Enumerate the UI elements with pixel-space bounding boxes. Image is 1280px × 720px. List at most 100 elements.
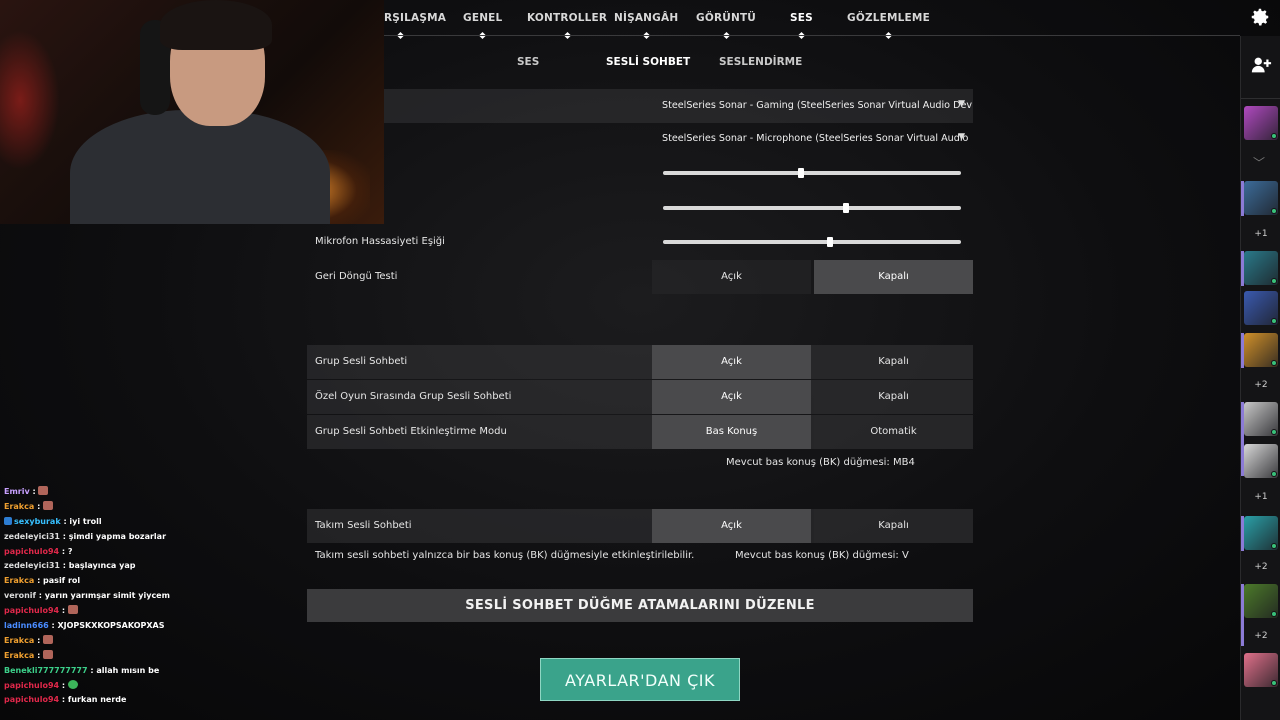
chat-text: : [34, 501, 44, 511]
mic-level-row: zeyi [307, 191, 973, 225]
chat-username[interactable]: papichulo94 [4, 547, 59, 556]
chat-message: veronif : yarın yarımşar simit yiycem [4, 589, 204, 604]
subtab-voice-chat[interactable]: SESLİ SOHBET [606, 56, 690, 68]
group-ptt-note: Mevcut bas konuş (BK) düğmesi: MB4 [726, 457, 915, 468]
friend-avatar[interactable] [1244, 251, 1278, 285]
chat-username[interactable]: Erakca [4, 636, 34, 645]
tab-accessibility[interactable]: RŞILAŞMA [384, 12, 446, 40]
chat-message: Erakca : pasif rol [4, 574, 204, 589]
friend-avatar[interactable] [1244, 402, 1278, 436]
webcam-person-body [70, 110, 330, 224]
tab-video[interactable]: GÖRÜNTÜ [696, 12, 756, 40]
chat-emote-icon [43, 500, 54, 510]
custom-group-voice-off-button[interactable]: Kapalı [814, 380, 973, 414]
output-device-row[interactable]: SteelSeries Sonar - Gaming (SteelSeries … [307, 89, 973, 123]
online-status-icon [1271, 278, 1277, 284]
chat-username[interactable]: Benekli777777777 [4, 666, 88, 675]
chat-text: : [29, 487, 39, 496]
edit-voice-bindings-button[interactable]: SESLİ SOHBET DÜĞME ATAMALARINI DÜZENLE [307, 589, 973, 622]
chat-username[interactable]: Emriv [4, 487, 30, 496]
chat-text: : başlayınca yap [59, 561, 136, 571]
tab-audio[interactable]: SES [790, 12, 813, 40]
friend-avatar[interactable] [1244, 516, 1278, 550]
add-friend-icon[interactable] [1249, 54, 1273, 78]
mic-level-slider[interactable] [663, 203, 961, 213]
chat-text: : XJOPSKXKOPSAKOPXAS [48, 621, 165, 631]
chat-emote-icon [43, 634, 54, 644]
friend-avatar[interactable] [1244, 333, 1278, 367]
chat-emote-icon [67, 679, 78, 689]
friend-avatar[interactable] [1244, 106, 1278, 140]
group-voice-on-button[interactable]: Açık [652, 345, 811, 379]
slider-knob[interactable] [827, 237, 833, 247]
chat-text: : allah mısın be [87, 665, 160, 675]
friend-avatar[interactable] [1244, 444, 1278, 478]
chat-message: zedeleyici31 : şimdi yapma bozarlar [4, 530, 204, 545]
friend-avatar[interactable] [1244, 291, 1278, 325]
online-status-icon [1271, 543, 1277, 549]
loopback-label: Geri Döngü Testi [315, 271, 398, 282]
chat-username[interactable]: papichulo94 [4, 681, 59, 690]
chat-username[interactable]: Erakca [4, 651, 34, 660]
webcam-overlay [0, 0, 384, 224]
chat-message: Erakca : [4, 500, 204, 515]
input-device-value[interactable]: SteelSeries Sonar - Microphone (SteelSer… [662, 133, 972, 144]
chat-badge-icon [4, 516, 12, 525]
chat-username[interactable]: papichulo94 [4, 695, 59, 704]
group-voice-off-button[interactable]: Kapalı [814, 345, 973, 379]
slider-knob[interactable] [843, 203, 849, 213]
dropdown-caret-icon: ▼ [958, 99, 965, 109]
online-status-icon [1271, 471, 1277, 477]
friend-avatar[interactable] [1244, 653, 1278, 687]
chat-emote-icon [67, 605, 78, 615]
chat-username[interactable]: zedeleyici31 [4, 561, 60, 570]
online-status-icon [1271, 360, 1277, 366]
tab-controls[interactable]: KONTROLLER [527, 12, 607, 40]
chat-emote-icon [38, 486, 49, 495]
loopback-on-button[interactable]: Açık [652, 260, 811, 294]
friend-avatar[interactable] [1244, 584, 1278, 618]
chat-username[interactable]: zedeleyici31 [4, 532, 60, 541]
custom-group-voice-row: Özel Oyun Sırasında Grup Sesli Sohbeti A… [307, 380, 973, 414]
party-size-count: +1 [1254, 492, 1268, 502]
online-status-icon [1271, 611, 1277, 617]
input-device-row[interactable]: SteelSeries Sonar - Microphone (SteelSer… [307, 122, 973, 156]
volume-slider[interactable] [663, 168, 961, 178]
team-voice-label: Takım Sesli Sohbeti [315, 520, 412, 531]
group-activation-label: Grup Sesli Sohbeti Etkinleştirme Modu [315, 426, 507, 437]
chat-message: Benekli777777777 : allah mısın be [4, 664, 204, 679]
team-voice-note: Takım sesli sohbeti yalnızca bir bas kon… [315, 550, 695, 561]
chat-username[interactable]: Erakca [4, 576, 34, 585]
chat-username[interactable]: papichulo94 [4, 606, 59, 615]
mic-threshold-slider[interactable] [663, 237, 961, 247]
tab-observer[interactable]: GÖZLEMLEME [847, 12, 930, 40]
team-voice-off-button[interactable]: Kapalı [814, 509, 973, 543]
gear-icon[interactable] [1248, 6, 1272, 30]
slider-knob[interactable] [798, 168, 804, 178]
chat-username[interactable]: sexyburak [14, 517, 61, 526]
loopback-off-button[interactable]: Kapalı [814, 260, 973, 294]
chat-username[interactable]: Erakca [4, 502, 34, 511]
custom-group-voice-on-button[interactable]: Açık [652, 380, 811, 414]
chat-username[interactable]: ladinn666 [4, 621, 49, 630]
online-status-icon [1271, 133, 1277, 139]
output-device-value[interactable]: SteelSeries Sonar - Gaming (SteelSeries … [662, 100, 972, 111]
friend-avatar[interactable] [1244, 181, 1278, 215]
sidebar-divider [1241, 98, 1280, 99]
team-ptt-note: Mevcut bas konuş (BK) düğmesi: V [735, 550, 909, 561]
automatic-button[interactable]: Otomatik [814, 415, 973, 449]
push-to-talk-button[interactable]: Bas Konuş [652, 415, 811, 449]
group-activation-row: Grup Sesli Sohbeti Etkinleştirme Modu Ba… [307, 415, 973, 449]
tab-general[interactable]: GENEL [463, 12, 502, 40]
subtab-voice-over[interactable]: SESLENDİRME [719, 56, 802, 68]
chat-username[interactable]: veronif [4, 591, 36, 600]
team-voice-row: Takım Sesli Sohbeti Açık Kapalı [307, 509, 973, 543]
exit-settings-button[interactable]: AYARLAR'DAN ÇIK [540, 658, 740, 701]
subtab-audio[interactable]: SES [517, 56, 539, 68]
team-voice-on-button[interactable]: Açık [652, 509, 811, 543]
tab-crosshair[interactable]: NİŞANGÂH [614, 12, 678, 40]
chat-message: sexyburak : iyi troll [4, 515, 204, 530]
social-sidebar: ﹀ +1 +2 +1 +2 +2 [1240, 36, 1280, 720]
chevron-down-icon[interactable]: ﹀ [1253, 154, 1265, 171]
chat-emote-icon [43, 649, 54, 659]
